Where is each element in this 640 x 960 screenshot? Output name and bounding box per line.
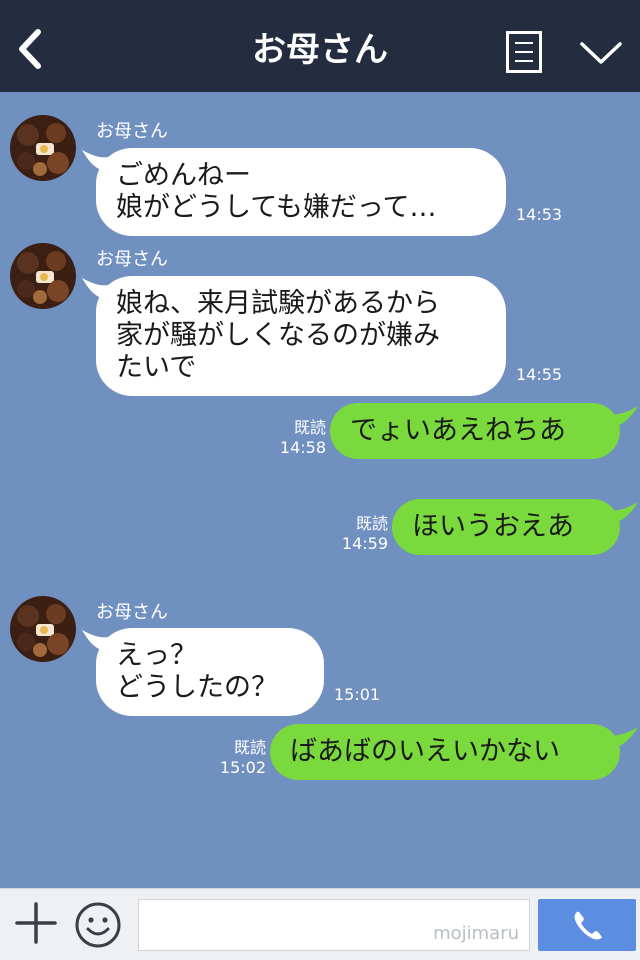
sender-name: お母さん [96,121,168,142]
watermark: mojimaru [433,923,519,944]
message-time: 14:53 [516,205,563,224]
read-receipt: 既読 [233,738,266,757]
bubble-tail [606,727,638,751]
message-bubble-incoming[interactable]: えっ？ どうしたの？ [96,628,324,716]
message-line: たいで [116,352,197,383]
chocolate-avatar-icon [10,115,76,181]
message-time: 14:55 [516,365,563,384]
avatar[interactable] [10,243,76,309]
menu-icon-line [515,42,533,44]
message-line: 娘ね、来月試験があるから [116,288,440,319]
avatar[interactable] [10,115,76,181]
sender-name: お母さん [96,249,168,270]
message-line: どうしたの？ [116,672,278,703]
message-meta: 既読 15:02 [212,738,266,778]
message-meta: 既読 14:59 [334,514,388,554]
chat-area[interactable]: お母さん ごめんねー 娘がどうしても嫌だって… 14:53 お母さん 娘ね、来月… [0,92,640,888]
message-bubble-incoming[interactable]: 娘ね、来月試験があるから 家が騒がしくなるのが嫌み たいで [96,276,506,396]
bubble-tail [606,502,638,526]
message-line: ごめんねー [116,160,251,191]
chocolate-avatar-icon [10,243,76,309]
emoji-button[interactable] [74,901,122,949]
bubble-tail [606,406,638,430]
sender-name: お母さん [96,602,168,623]
menu-button[interactable] [506,31,542,73]
avatar[interactable] [10,596,76,662]
message-time: 15:01 [334,685,381,704]
message-bubble-incoming[interactable]: ごめんねー 娘がどうしても嫌だって… [96,148,506,236]
menu-icon-line [515,60,533,62]
smiley-icon [75,902,121,948]
read-receipt: 既読 [293,418,326,437]
message-input[interactable]: mojimaru [138,899,530,951]
read-receipt: 既読 [355,514,388,533]
expand-button[interactable] [578,38,624,68]
message-time: 14:58 [279,438,326,457]
menu-icon-line [515,51,533,53]
phone-icon [574,911,602,940]
message-bubble-outgoing[interactable]: ほいうおえあ [392,499,620,555]
message-time: 14:59 [341,534,388,553]
plus-icon [15,902,57,944]
call-button[interactable] [538,899,636,951]
input-bar: mojimaru [0,888,640,960]
chocolate-avatar-icon [10,596,76,662]
chat-title: お母さん [252,30,388,70]
message-line: えっ？ [116,640,197,671]
message-time: 15:02 [219,758,266,777]
message-line: 家が騒がしくなるのが嫌み [116,320,440,351]
chevron-down-icon [580,42,622,64]
add-button[interactable] [14,901,58,945]
message-meta: 既読 14:58 [272,418,326,458]
chat-header: お母さん [0,0,640,92]
message-line: 娘がどうしても嫌だって… [116,192,437,223]
message-bubble-outgoing[interactable]: ばあばのいえいかない [270,724,620,780]
message-bubble-outgoing[interactable]: でょいあえねちあ [330,403,620,459]
